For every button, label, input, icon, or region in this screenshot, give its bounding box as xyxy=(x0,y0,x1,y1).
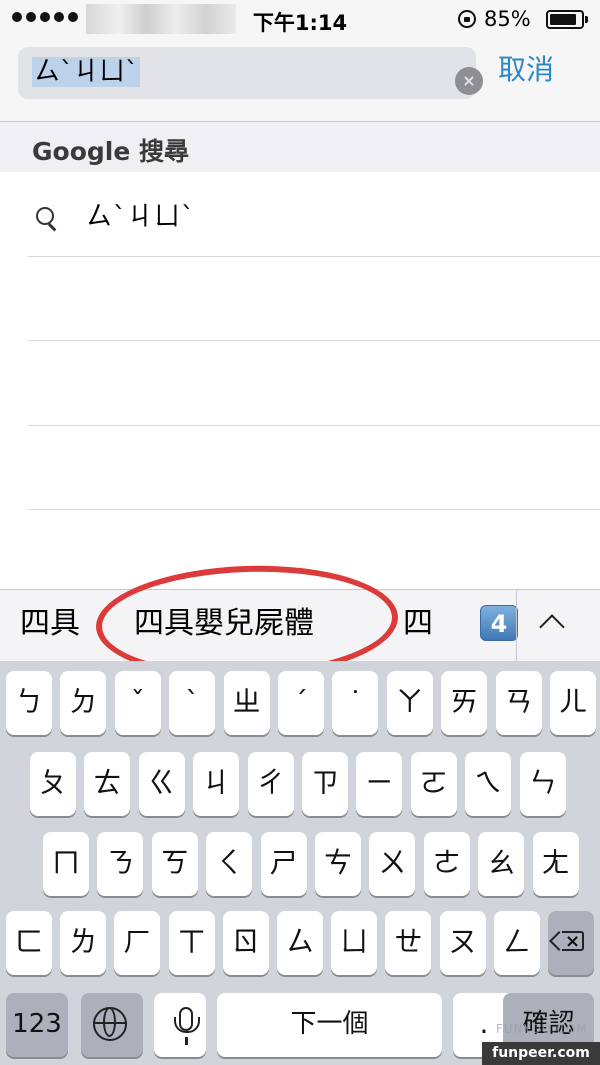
status-bar: 下午1:14 85% xyxy=(0,0,600,40)
key-ㄓ[interactable]: ㄓ xyxy=(223,671,270,735)
key-ㄟ[interactable]: ㄟ xyxy=(465,752,512,816)
divider xyxy=(28,340,600,341)
candidate-3[interactable]: 四 xyxy=(403,604,433,644)
key-ㄦ[interactable]: ㄦ xyxy=(550,671,596,735)
search-query-text[interactable]: ㄙˋㄐㄩˋ xyxy=(32,57,141,87)
backspace-key[interactable] xyxy=(548,911,594,975)
key-ㄩ[interactable]: ㄩ xyxy=(331,911,378,975)
key-ㄑ[interactable]: ㄑ xyxy=(206,832,253,896)
key-ㄜ[interactable]: ㄜ xyxy=(423,832,470,896)
key-ㄕ[interactable]: ㄕ xyxy=(260,832,307,896)
chevron-up-icon[interactable] xyxy=(539,614,565,640)
key-ㄅ[interactable]: ㄅ xyxy=(6,671,52,735)
watermark-faint: FUNYOU.COM xyxy=(496,1022,588,1036)
battery-icon xyxy=(546,10,588,29)
key-ㄈ[interactable]: ㄈ xyxy=(6,911,52,975)
microphone-icon xyxy=(174,1007,200,1033)
divider xyxy=(28,425,600,426)
key-ㄨ[interactable]: ㄨ xyxy=(369,832,416,896)
key-ㄤ[interactable]: ㄤ xyxy=(532,832,579,896)
key-ㄖ[interactable]: ㄖ xyxy=(222,911,269,975)
key-ㄍ[interactable]: ㄍ xyxy=(138,752,185,816)
key-ㄣ[interactable]: ㄣ xyxy=(519,752,566,816)
key-ㄚ[interactable]: ㄚ xyxy=(386,671,433,735)
key-ㄎ[interactable]: ㄎ xyxy=(151,832,198,896)
cancel-button[interactable]: 取消 xyxy=(498,52,554,88)
key-ㄞ[interactable]: ㄞ xyxy=(441,671,488,735)
dictation-key[interactable] xyxy=(154,993,206,1057)
key-ㄙ[interactable]: ㄙ xyxy=(277,911,323,975)
candidate-emoji-badge[interactable]: 4 xyxy=(480,605,518,641)
divider xyxy=(28,256,600,257)
numbers-key[interactable]: 123 xyxy=(6,993,68,1057)
key-ㄊ[interactable]: ㄊ xyxy=(84,752,131,816)
key-ㄡ[interactable]: ㄡ xyxy=(439,911,486,975)
next-key[interactable]: 下一個 xyxy=(217,993,442,1057)
key-ㄆ[interactable]: ㄆ xyxy=(30,752,76,816)
key-ㄝ[interactable]: ㄝ xyxy=(385,911,432,975)
key-ㄗ[interactable]: ㄗ xyxy=(302,752,348,816)
key-ㄧ[interactable]: ㄧ xyxy=(356,752,403,816)
key-ㄘ[interactable]: ㄘ xyxy=(315,832,361,896)
key-ㄔ[interactable]: ㄔ xyxy=(247,752,294,816)
battery-percentage: 85% xyxy=(484,7,531,31)
key-ˋ[interactable]: ˋ xyxy=(169,671,216,735)
key-ˊ[interactable]: ˊ xyxy=(278,671,324,735)
candidate-separator xyxy=(516,590,517,662)
key-ㄏ[interactable]: ㄏ xyxy=(114,911,161,975)
suggestion-text: ㄙˋㄐㄩˋ xyxy=(86,202,196,232)
key-ˇ[interactable]: ˇ xyxy=(114,671,161,735)
search-input[interactable]: ㄙˋㄐㄩˋ × xyxy=(18,47,483,99)
section-title: Google 搜尋 xyxy=(32,137,189,166)
candidate-1[interactable]: 四具 xyxy=(20,604,80,644)
key-ㄐ[interactable]: ㄐ xyxy=(193,752,240,816)
divider xyxy=(28,509,600,510)
keyboard: 123 下一個 . 確認 ㄅㄉˇˋㄓˊ˙ㄚㄞㄢㄦㄆㄊㄍㄐㄔㄗㄧㄛㄟㄣㄇㄋㄎㄑㄕㄘ… xyxy=(0,661,600,1065)
key-˙[interactable]: ˙ xyxy=(332,671,379,735)
clear-icon[interactable]: × xyxy=(455,67,483,95)
backspace-icon xyxy=(562,911,584,973)
suggestion-row[interactable]: ㄙˋㄐㄩˋ xyxy=(0,172,600,256)
watermark: funpeer.com xyxy=(482,1042,600,1065)
key-ㄛ[interactable]: ㄛ xyxy=(410,752,457,816)
section-header: Google 搜尋 xyxy=(0,122,600,172)
globe-key[interactable] xyxy=(81,993,143,1057)
key-ㄉ[interactable]: ㄉ xyxy=(60,671,107,735)
rotation-lock-icon xyxy=(458,10,476,28)
key-ㄥ[interactable]: ㄥ xyxy=(493,911,540,975)
key-ㄋ[interactable]: ㄋ xyxy=(97,832,144,896)
key-ㄌ[interactable]: ㄌ xyxy=(60,911,107,975)
key-ㄢ[interactable]: ㄢ xyxy=(495,671,542,735)
key-ㄇ[interactable]: ㄇ xyxy=(43,832,89,896)
key-ㄠ[interactable]: ㄠ xyxy=(478,832,525,896)
magnifier-icon xyxy=(36,207,54,225)
globe-icon xyxy=(93,1007,127,1041)
key-ㄒ[interactable]: ㄒ xyxy=(168,911,215,975)
